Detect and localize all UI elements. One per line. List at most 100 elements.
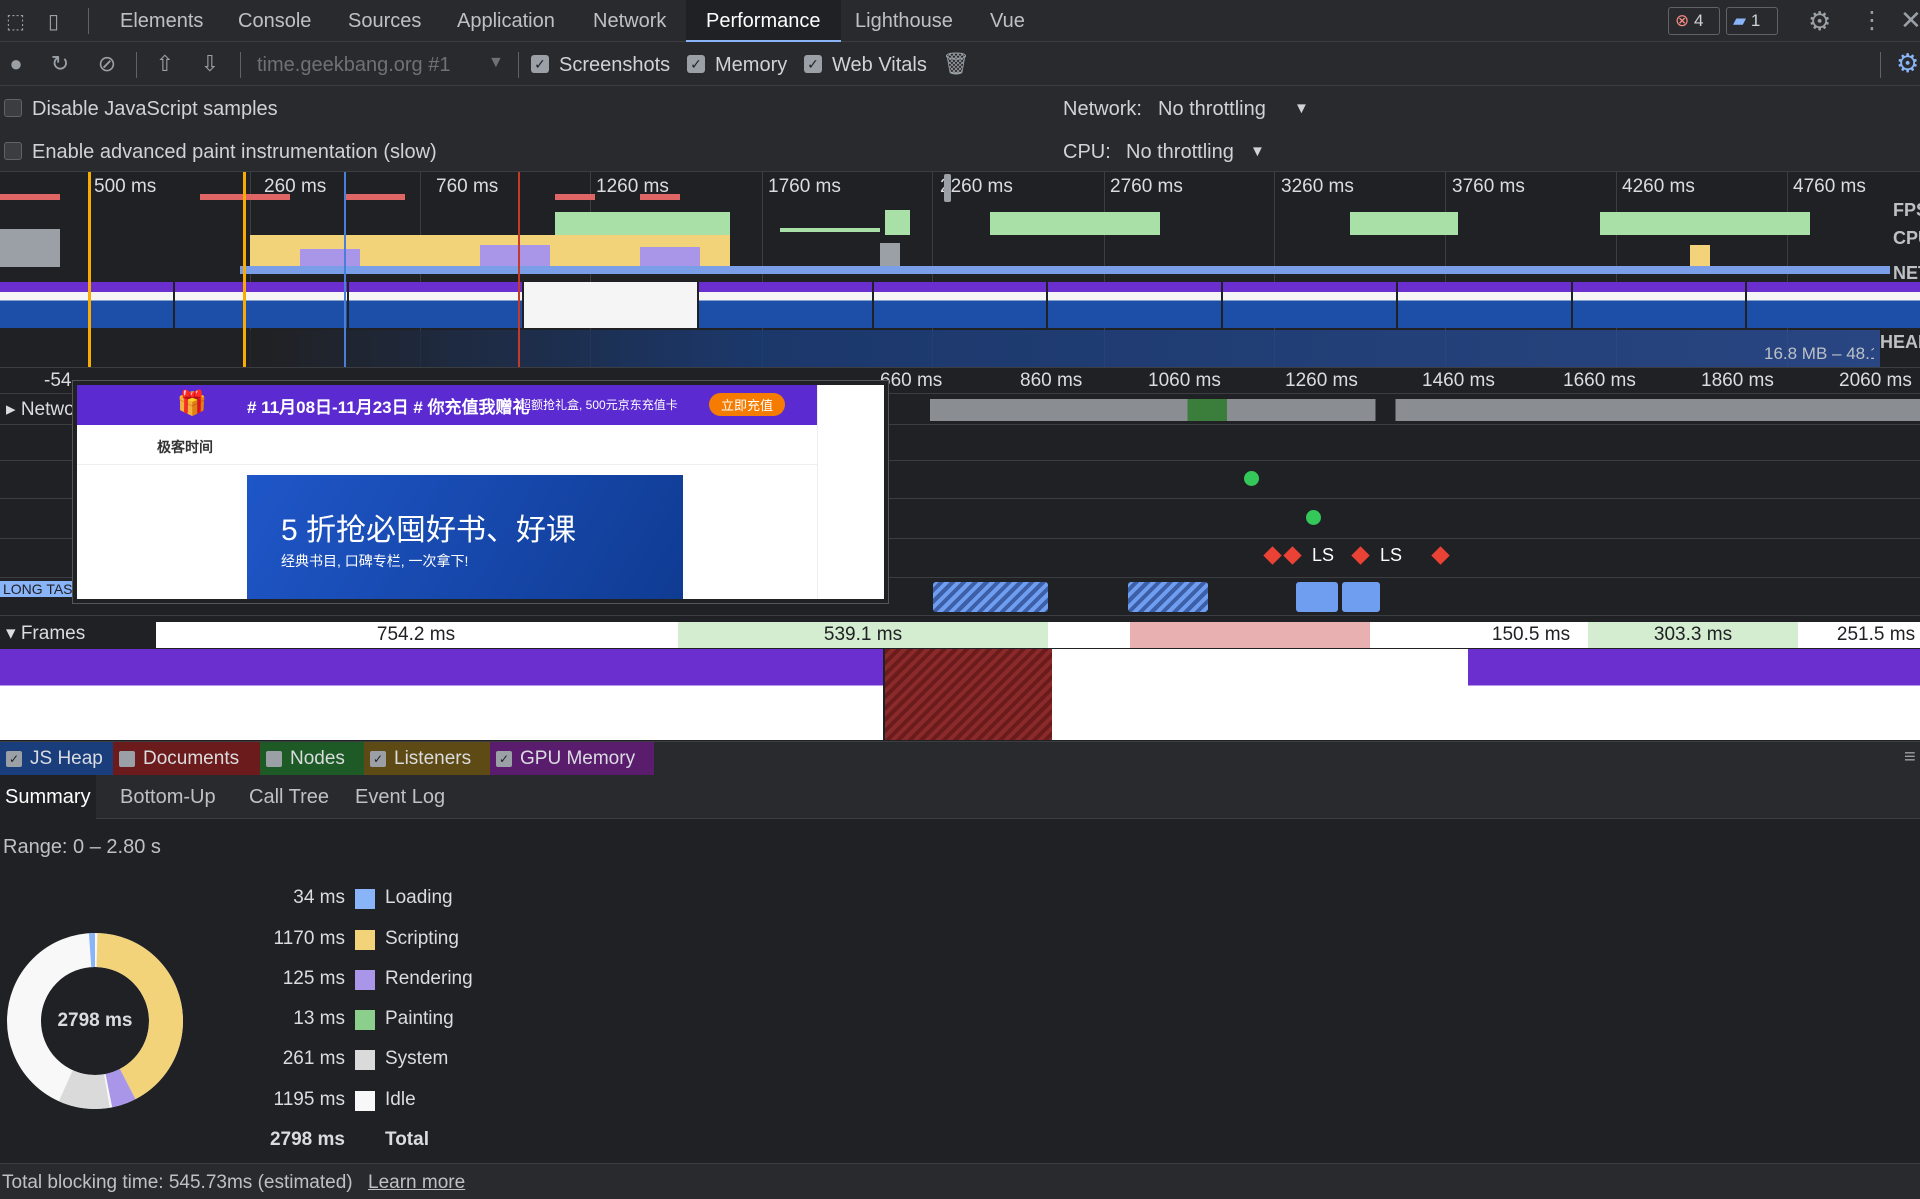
kebab-menu-icon[interactable]: ⋮ — [1860, 6, 1884, 35]
frame-segment[interactable]: 303.3 ms — [1588, 622, 1798, 648]
counter-listeners[interactable]: ✓ Listeners — [364, 742, 490, 776]
message-counter[interactable]: ▰ 1 — [1726, 7, 1778, 35]
cpu-lane — [0, 227, 1880, 267]
tab-sources[interactable]: Sources — [328, 0, 441, 42]
chevron-down-icon[interactable]: ▼ — [1250, 143, 1265, 160]
webvitals-checkbox[interactable]: ✓ — [804, 55, 822, 73]
summary-name: Painting — [385, 1008, 454, 1029]
network-throttle-select[interactable]: No throttling — [1158, 98, 1266, 121]
layout-shift-label: LS — [1312, 545, 1335, 565]
layout-shift-marker[interactable] — [1351, 546, 1370, 565]
marker-line — [518, 172, 520, 367]
layout-shift-marker[interactable] — [1263, 546, 1282, 565]
memory-checkbox[interactable]: ✓ — [687, 55, 705, 73]
close-icon[interactable]: ✕ — [1900, 5, 1920, 36]
selection-handle-right[interactable] — [243, 172, 246, 367]
counter-checkbox[interactable] — [266, 751, 282, 767]
chevron-down-icon[interactable]: ▼ — [488, 54, 504, 72]
tab-call-tree[interactable]: Call Tree — [244, 775, 334, 819]
tab-network[interactable]: Network — [573, 0, 686, 42]
screenshot-thumb — [349, 282, 523, 328]
counter-nodes[interactable]: Nodes — [260, 742, 364, 776]
tab-lighthouse[interactable]: Lighthouse — [835, 0, 973, 42]
summary-panel: Range: 0 – 2.80 s 2798 ms 34 ms Loading 1… — [0, 819, 1920, 1163]
profile-select[interactable]: time.geekbang.org #1 — [257, 54, 450, 77]
counter-js-heap[interactable]: ✓ JS Heap — [0, 742, 113, 776]
devtools-tabbar: ⬚ ▯ Elements Console Sources Application… — [0, 0, 1920, 42]
heap-range: 16.8 MB – 48.1 MB — [1764, 344, 1874, 363]
heap-lane — [0, 330, 1880, 367]
long-task-bar[interactable] — [1128, 582, 1208, 612]
summary-total-row: 2798 ms Total — [0, 1129, 520, 1159]
summary-row: 261 ms System — [0, 1048, 520, 1078]
frames-track-label[interactable]: ▾ Frames — [6, 622, 85, 645]
web-vital-marker[interactable] — [1306, 510, 1321, 525]
inspect-element-icon[interactable]: ⬚ — [6, 9, 30, 33]
trash-icon[interactable]: 🗑 — [942, 52, 970, 76]
gear-icon[interactable]: ⚙ — [1808, 6, 1831, 37]
tab-performance[interactable]: Performance — [686, 0, 841, 42]
summary-row: 1170 ms Scripting — [0, 928, 520, 958]
counter-documents[interactable]: Documents — [113, 742, 260, 776]
summary-name: Scripting — [385, 928, 459, 949]
frame-segment[interactable] — [1130, 622, 1370, 648]
download-icon[interactable]: ⇩ — [198, 52, 222, 76]
long-task-bar[interactable] — [1342, 582, 1380, 612]
playhead-handle[interactable] — [944, 174, 951, 202]
tab-event-log[interactable]: Event Log — [350, 775, 450, 819]
frame-segment[interactable]: 539.1 ms — [678, 622, 1048, 648]
chevron-down-icon[interactable]: ▼ — [1294, 100, 1309, 117]
long-task-bar[interactable] — [933, 582, 1048, 612]
summary-row: 34 ms Loading — [0, 887, 520, 917]
screenshot-popup: 🎁 # 11月08日-11月23日 # 你充值我赠礼 超额抢礼盒, 500元京东… — [73, 381, 888, 603]
tab-elements[interactable]: Elements — [100, 0, 223, 42]
ruler-tick: 860 ms — [1020, 370, 1083, 391]
clear-icon[interactable]: ⊘ — [95, 52, 119, 76]
tab-console[interactable]: Console — [218, 0, 331, 42]
tab-vue[interactable]: Vue — [970, 0, 1045, 42]
banner-sub: 超额抢礼盒, 500元京东充值卡 — [519, 398, 678, 412]
scripting-swatch — [355, 930, 375, 950]
error-counter[interactable]: ⊗ 4 — [1668, 7, 1720, 35]
net-lane — [240, 266, 1890, 274]
frame-segment[interactable]: 251.5 ms — [1832, 622, 1920, 648]
frame-screenshot — [0, 649, 883, 740]
screenshot-thumb — [524, 282, 697, 328]
tab-bottom-up[interactable]: Bottom-Up — [115, 775, 221, 819]
disable-js-samples-checkbox[interactable] — [4, 99, 22, 117]
screenshots-checkbox[interactable]: ✓ — [531, 55, 549, 73]
learn-more-link[interactable]: Learn more — [368, 1172, 465, 1194]
frame-duration: 251.5 ms — [1836, 624, 1916, 645]
frame-segment[interactable]: 150.5 ms — [1476, 622, 1586, 648]
cpu-throttle-select[interactable]: No throttling — [1126, 141, 1234, 164]
counter-checkbox[interactable] — [119, 751, 135, 767]
frame-segment[interactable]: 754.2 ms — [156, 622, 676, 648]
layout-shift-marker[interactable] — [1431, 546, 1450, 565]
marker-line — [344, 172, 346, 367]
frame-duration: 539.1 ms — [823, 624, 903, 645]
counter-gpu-memory[interactable]: ✓ GPU Memory — [490, 742, 654, 776]
upload-icon[interactable]: ⇧ — [153, 52, 177, 76]
screenshot-thumb — [1747, 282, 1920, 328]
summary-name: Loading — [385, 887, 453, 908]
reload-icon[interactable]: ↻ — [48, 52, 72, 76]
ruler-tick: 660 ms — [880, 370, 943, 391]
timeline-overview[interactable]: 500 ms 260 ms 760 ms 1260 ms 1760 ms 226… — [0, 172, 1920, 367]
capture-settings-gear-icon[interactable]: ⚙ — [1896, 48, 1919, 79]
frame-duration: 303.3 ms — [1653, 624, 1733, 645]
long-task-bar[interactable] — [1296, 582, 1338, 612]
frame-duration: 150.5 ms — [1491, 624, 1571, 645]
hamburger-icon[interactable]: ≡ — [1904, 746, 1916, 769]
tab-application[interactable]: Application — [437, 0, 575, 42]
device-toolbar-icon[interactable]: ▯ — [48, 9, 72, 33]
web-vital-marker[interactable] — [1244, 471, 1259, 486]
record-icon[interactable]: ● — [4, 52, 28, 76]
counter-checkbox[interactable]: ✓ — [370, 751, 386, 767]
selection-handle-left[interactable] — [88, 172, 91, 367]
tab-summary[interactable]: Summary — [0, 775, 96, 819]
counter-checkbox[interactable]: ✓ — [496, 751, 512, 767]
layout-shift-marker[interactable] — [1283, 546, 1302, 565]
counter-checkbox[interactable]: ✓ — [6, 751, 22, 767]
counter-label: Nodes — [290, 748, 345, 769]
advanced-paint-checkbox[interactable] — [4, 142, 22, 160]
